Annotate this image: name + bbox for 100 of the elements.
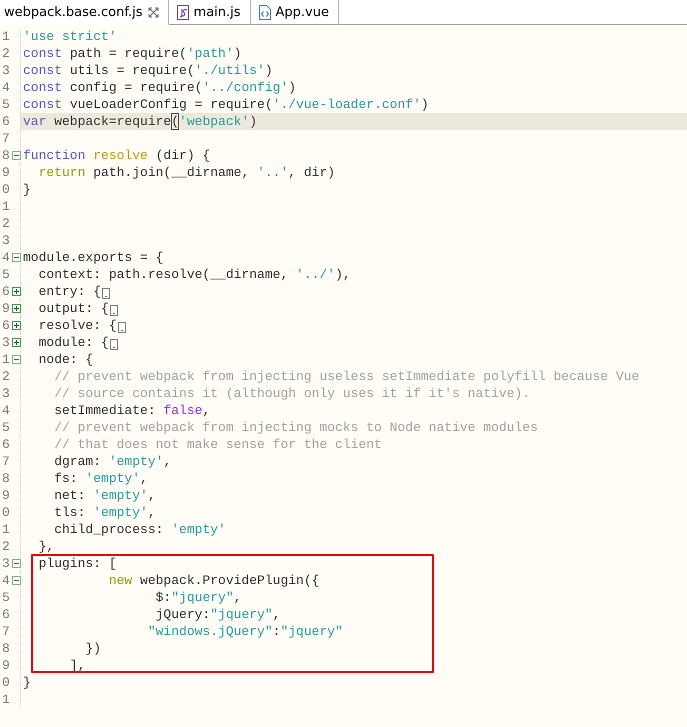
code-token: ): [288, 79, 296, 96]
code-token: var: [23, 113, 46, 130]
code-token: 'path': [186, 45, 234, 62]
expand-icon[interactable]: [12, 304, 21, 313]
code-token: dgram:: [53, 453, 102, 470]
code-token: './utils': [194, 62, 265, 79]
code-token: 'empty': [171, 521, 226, 538]
code-token: '../': [296, 266, 336, 283]
code-token: false: [163, 402, 202, 419]
code-token: './vue-loader.conf': [272, 96, 421, 113]
code-token: ,: [163, 453, 172, 470]
code-token: path.join(__dirname,: [92, 164, 250, 181]
line-number: 7: [1, 623, 11, 640]
line-number: 9: [1, 300, 11, 317]
editor-tab[interactable]: App.vue: [250, 0, 339, 24]
line-number: 4: [1, 79, 11, 96]
line-number: 3: [1, 62, 11, 79]
code-token: ,: [202, 402, 210, 419]
folded-code-icon[interactable]: [102, 288, 110, 299]
collapse-icon[interactable]: [12, 576, 21, 585]
line-number: 6: [1, 317, 11, 334]
code-token: "windows.jQuery": [146, 623, 273, 640]
line-number: 6: [1, 283, 11, 300]
line-number: 5: [1, 266, 11, 283]
code-token: "jquery": [280, 623, 343, 640]
editor-tab[interactable]: webpack.base.conf.js: [0, 0, 169, 25]
code-token: vueLoaderConfig = require(: [68, 96, 273, 113]
code-token: ): [420, 96, 429, 113]
line-number: 3: [1, 555, 11, 572]
code-token: ,: [140, 470, 148, 487]
line-number: 3: [1, 385, 11, 402]
code-token: },: [38, 538, 54, 555]
code-token: context: path.resolve(__dirname,: [38, 266, 290, 283]
code-token: 'empty': [93, 487, 148, 504]
code-token: '../config': [202, 79, 288, 96]
code-comment: // that does not make sense for the client: [53, 436, 382, 453]
collapse-icon[interactable]: [12, 559, 21, 568]
line-number: 5: [1, 589, 11, 606]
code-token: (dir) {: [154, 147, 210, 164]
code-token: const: [23, 96, 62, 113]
line-number: 2: [1, 368, 11, 385]
code-token: fs:: [53, 470, 79, 487]
line-number: 2: [1, 215, 11, 232]
code-token: :: [272, 623, 280, 640]
code-token: path = require(: [68, 45, 187, 62]
code-token: resolve: [93, 147, 148, 164]
line-number: 9: [1, 487, 11, 504]
collapse-icon[interactable]: [12, 253, 21, 262]
code-token: ): [249, 113, 258, 130]
code-comment: // prevent webpack from injecting useless setImmediate polyfill because Vue: [53, 368, 640, 385]
collapse-icon[interactable]: [12, 355, 21, 364]
expand-icon[interactable]: [12, 338, 21, 347]
code-token: const: [23, 45, 62, 62]
collapse-icon[interactable]: [12, 151, 21, 160]
code-token: 'empty': [85, 470, 140, 487]
code-token: utils = require(: [68, 62, 195, 79]
line-number: 5: [1, 419, 11, 436]
code-token: 'webpack': [179, 113, 250, 130]
folded-code-icon[interactable]: [110, 339, 118, 350]
folded-code-icon[interactable]: [110, 305, 118, 316]
code-token: const: [23, 62, 62, 79]
folded-code-icon[interactable]: [118, 322, 126, 333]
line-number: 1: [1, 521, 11, 538]
code-token: const: [23, 79, 62, 96]
editor-tab[interactable]: main.js: [168, 0, 251, 24]
code-token: 'empty': [93, 504, 148, 521]
code-token: $:: [154, 589, 172, 606]
code-token: function: [23, 147, 86, 164]
code-token: ): [234, 45, 242, 62]
code-token: , dir): [288, 164, 336, 181]
code-token: return: [38, 164, 86, 181]
code-token: net:: [53, 487, 86, 504]
code-comment: // source contains it (although only uses it if it's native).: [53, 385, 530, 402]
code-comment: // prevent webpack from injecting mocks to Node native modules: [53, 419, 538, 436]
line-number: 3: [1, 232, 11, 249]
code-token: entry: {: [38, 283, 102, 300]
code-token: 'use strict': [23, 28, 117, 45]
line-number: 9: [1, 657, 11, 674]
code-token: "jquery": [210, 606, 273, 623]
code-token: plugins: [: [38, 555, 117, 572]
code-token: module.exports = {: [23, 249, 164, 266]
line-number: 4: [1, 249, 11, 266]
line-number: 8: [1, 147, 11, 164]
code-token: tls:: [53, 504, 86, 521]
code-token: "jquery": [171, 589, 234, 606]
line-number: 5: [1, 96, 11, 113]
matched-bracket: (: [171, 113, 180, 130]
code-token: }: [23, 674, 31, 691]
code-token: output: {: [38, 300, 109, 317]
expand-icon[interactable]: [12, 287, 21, 296]
line-number: 6: [1, 436, 11, 453]
line-number: 4: [1, 402, 11, 419]
code-token: node: {: [38, 351, 94, 368]
line-number: 7: [1, 130, 11, 147]
expand-icon[interactable]: [12, 321, 21, 330]
code-token: module: {: [38, 334, 109, 351]
line-number: 9: [1, 164, 11, 181]
line-number: 1: [1, 351, 11, 368]
line-number: 8: [1, 640, 11, 657]
line-number: 1: [1, 691, 11, 708]
